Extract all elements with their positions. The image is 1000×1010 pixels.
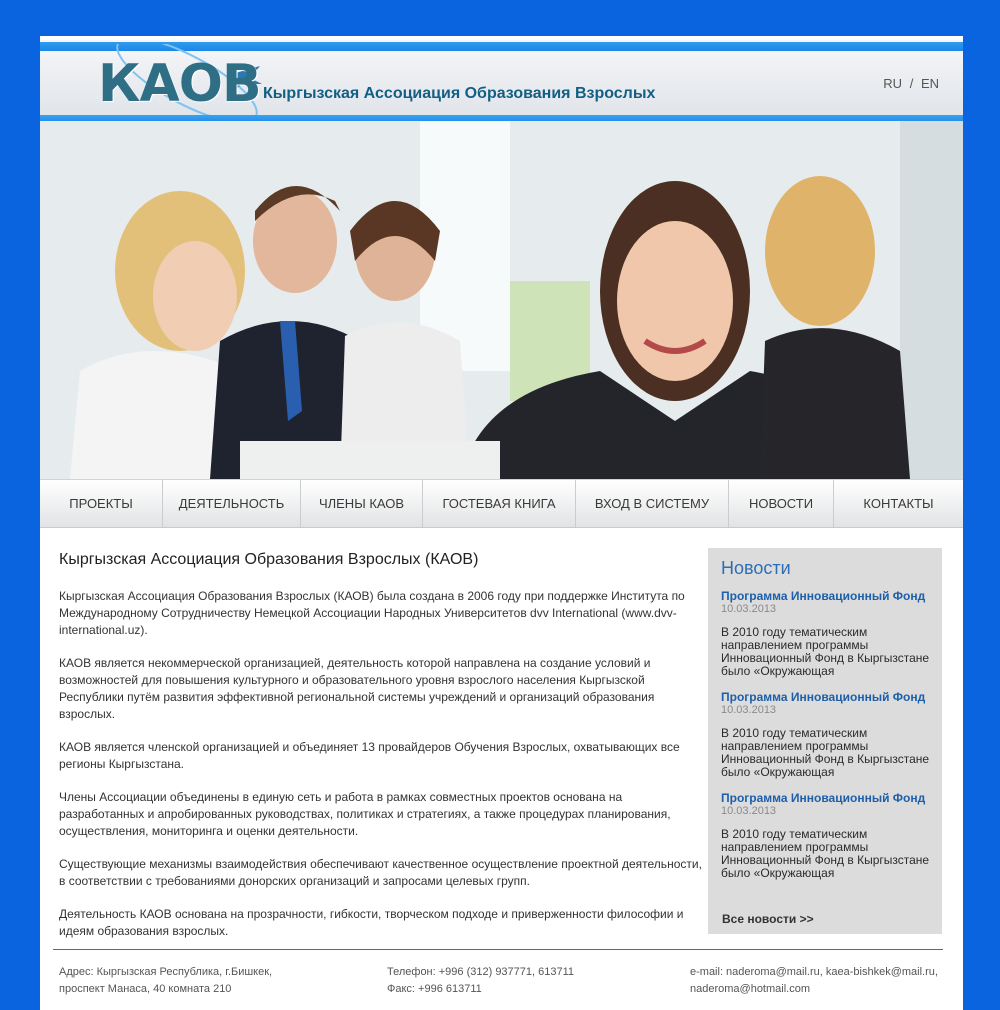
news-item: Программа Инновационный Фонд 10.03.2013 … [721,791,930,880]
nav-item-contacts[interactable]: КОНТАКТЫ [834,480,963,527]
news-item: Программа Инновационный Фонд 10.03.2013 … [721,589,930,678]
footer-address: Адрес: Кыргызская Республика, г.Бишкек, … [59,964,272,998]
content-paragraph: КАОВ является членской организацией и об… [59,740,680,771]
email-text[interactable]: naderoma@hotmail.com [690,981,938,998]
content-paragraph: Деятельность КАОВ основана на прозрачнос… [59,907,684,938]
news-date: 10.03.2013 [721,704,777,716]
header: КАОВ Кыргызская Ассоциация Образования В… [40,36,963,125]
nav-item-login[interactable]: ВХОД В СИСТЕМУ [576,480,729,527]
news-sidebar: Новости Программа Инновационный Фонд 10.… [708,548,942,934]
lang-en-link[interactable]: EN [921,76,939,91]
page: КАОВ Кыргызская Ассоциация Образования В… [40,36,963,1010]
lang-ru-link[interactable]: RU [883,76,902,91]
news-date: 10.03.2013 [721,603,777,615]
address-line: проспект Манаса, 40 комната 210 [59,983,232,995]
news-excerpt: В 2010 году тематическим направлением пр… [721,726,930,779]
logo-text[interactable]: КАОВ [98,54,262,114]
lang-separator: / [909,76,914,91]
news-title-link[interactable]: Программа Инновационный Фонд [721,791,930,805]
content-paragraph: Существующие механизмы взаимодействия об… [59,857,702,888]
nav-item-projects[interactable]: ПРОЕКТЫ [40,480,163,527]
news-date: 10.03.2013 [721,805,777,817]
nav-item-news[interactable]: НОВОСТИ [729,480,834,527]
news-title-link[interactable]: Программа Инновационный Фонд [721,589,930,603]
language-switcher: RU / EN [881,76,941,91]
news-title-link[interactable]: Программа Инновационный Фонд [721,690,930,704]
hero-image [40,121,963,479]
nav-item-activity[interactable]: ДЕЯТЕЛЬНОСТЬ [163,480,301,527]
fax-text: Факс: +996 613711 [387,983,482,995]
footer-phones: Телефон: +996 (312) 937771, 613711 Факс:… [387,964,574,998]
phone-text: Телефон: +996 (312) 937771, 613711 [387,966,575,978]
nav-item-members[interactable]: ЧЛЕНЫ КАОВ [301,480,423,527]
address-line: Адрес: Кыргызская Республика, г.Бишкек, [59,966,273,978]
footer-emails: e-mail: naderoma@mail.ru, kaea-bishkek@m… [690,964,938,998]
footer-divider [53,949,943,950]
content-paragraph: КАОВ является некоммерческой организацие… [59,656,655,721]
page-title: Кыргызская Ассоциация Образования Взросл… [59,551,479,568]
main-content: Кыргызская Ассоциация Образования Взросл… [59,551,709,956]
sidebar-title: Новости [721,558,791,578]
nav-item-guestbook[interactable]: ГОСТЕВАЯ КНИГА [423,480,576,527]
content-paragraph: Члены Ассоциации объединены в единую сет… [59,790,671,838]
email-text[interactable]: e-mail: naderoma@mail.ru, kaea-bishkek@m… [690,964,938,981]
hero-photo-illustration [40,121,963,479]
news-excerpt: В 2010 году тематическим направлением пр… [721,827,930,880]
news-excerpt: В 2010 году тематическим направлением пр… [721,625,930,678]
content-paragraph: Кыргызская Ассоциация Образования Взросл… [59,589,685,637]
site-title: Кыргызская Ассоциация Образования Взросл… [263,85,656,102]
main-nav: ПРОЕКТЫ ДЕЯТЕЛЬНОСТЬ ЧЛЕНЫ КАОВ ГОСТЕВАЯ… [40,479,963,528]
news-item: Программа Инновационный Фонд 10.03.2013 … [721,690,930,779]
all-news-link[interactable]: Все новости >> [722,912,814,926]
